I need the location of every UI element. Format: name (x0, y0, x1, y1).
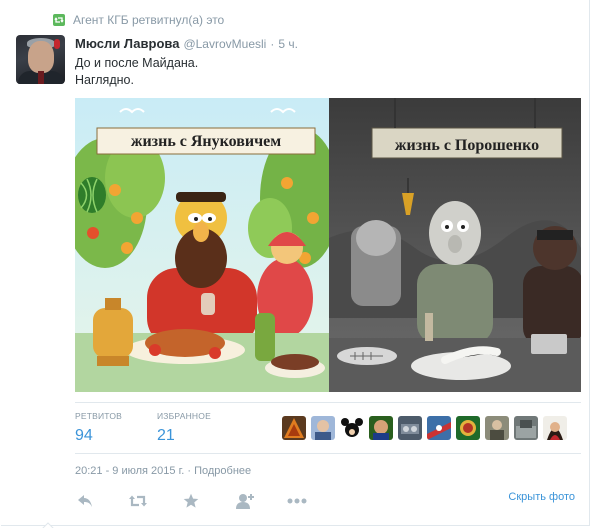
star-icon (183, 493, 199, 508)
follow-button[interactable] (234, 492, 254, 510)
hide-photo-link[interactable]: Скрыть фото (508, 491, 575, 503)
header-separator: · (270, 37, 275, 51)
right-banner-text: жизнь с Порошенко (395, 137, 539, 154)
left-banner-text: жизнь с Януковичем (131, 133, 281, 150)
more-icon (287, 498, 307, 504)
tweet-photo[interactable]: жизнь с Януковичем жизнь с Порошенко (75, 98, 581, 392)
card-notch (42, 522, 54, 528)
retweet-icon (53, 14, 65, 26)
tweet-card: Агент КГБ ретвитнул(а) это Мюсли Лаврова… (1, 0, 590, 528)
favoriter-avatars (282, 416, 567, 440)
tweet-actions (75, 492, 340, 510)
avatar[interactable] (456, 416, 480, 440)
author-fullname[interactable]: Мюсли Лаврова (75, 36, 179, 51)
retweet-button[interactable] (128, 492, 148, 510)
cartoon-image: жизнь с Януковичем жизнь с Порошенко (75, 98, 581, 392)
avatar[interactable] (282, 416, 306, 440)
tweet-text-line: Наглядно. (75, 73, 134, 87)
retweet-icon (129, 495, 147, 507)
avatar[interactable] (340, 416, 364, 440)
details-link[interactable]: Подробнее (194, 465, 251, 477)
retweet-context: Агент КГБ ретвитнул(а) это (53, 13, 224, 27)
more-button[interactable] (287, 492, 307, 510)
meta-separator: · (187, 465, 192, 477)
favorite-button[interactable] (181, 492, 201, 510)
avatar[interactable] (16, 35, 65, 84)
favorites-count[interactable]: 21 (157, 427, 209, 445)
tweet-time[interactable]: 5 ч. (278, 37, 298, 51)
retweets-label: РЕТВИТОВ (75, 411, 123, 421)
tweet-text: До и после Майдана. Наглядно. (75, 55, 198, 89)
tweet-stats: РЕТВИТОВ 94 ИЗБРАННОЕ 21 (75, 402, 581, 454)
author-username[interactable]: @LavrovMuesli (183, 37, 266, 51)
add-user-icon (236, 494, 254, 509)
retweet-context-text[interactable]: Агент КГБ ретвитнул(а) это (73, 13, 224, 27)
avatar[interactable] (398, 416, 422, 440)
tweet-text-line: До и после Майдана. (75, 56, 199, 70)
avatar[interactable] (485, 416, 509, 440)
reply-icon (78, 495, 92, 507)
tweet-header: Мюсли Лаврова @LavrovMuesli · 5 ч. (75, 36, 298, 51)
avatar[interactable] (369, 416, 393, 440)
avatar[interactable] (543, 416, 567, 440)
reply-button[interactable] (75, 492, 95, 510)
favorites-stat[interactable]: ИЗБРАННОЕ 21 (157, 411, 211, 445)
tweet-timestamp: 20:21 - 9 июля 2015 г. (75, 465, 185, 477)
avatar[interactable] (311, 416, 335, 440)
tweet-meta: 20:21 - 9 июля 2015 г. · Подробнее (75, 465, 251, 477)
avatar[interactable] (514, 416, 538, 440)
retweets-count[interactable]: 94 (75, 427, 127, 445)
avatar[interactable] (427, 416, 451, 440)
retweets-stat[interactable]: РЕТВИТОВ 94 (75, 411, 127, 445)
favorites-label: ИЗБРАННОЕ (157, 411, 211, 421)
